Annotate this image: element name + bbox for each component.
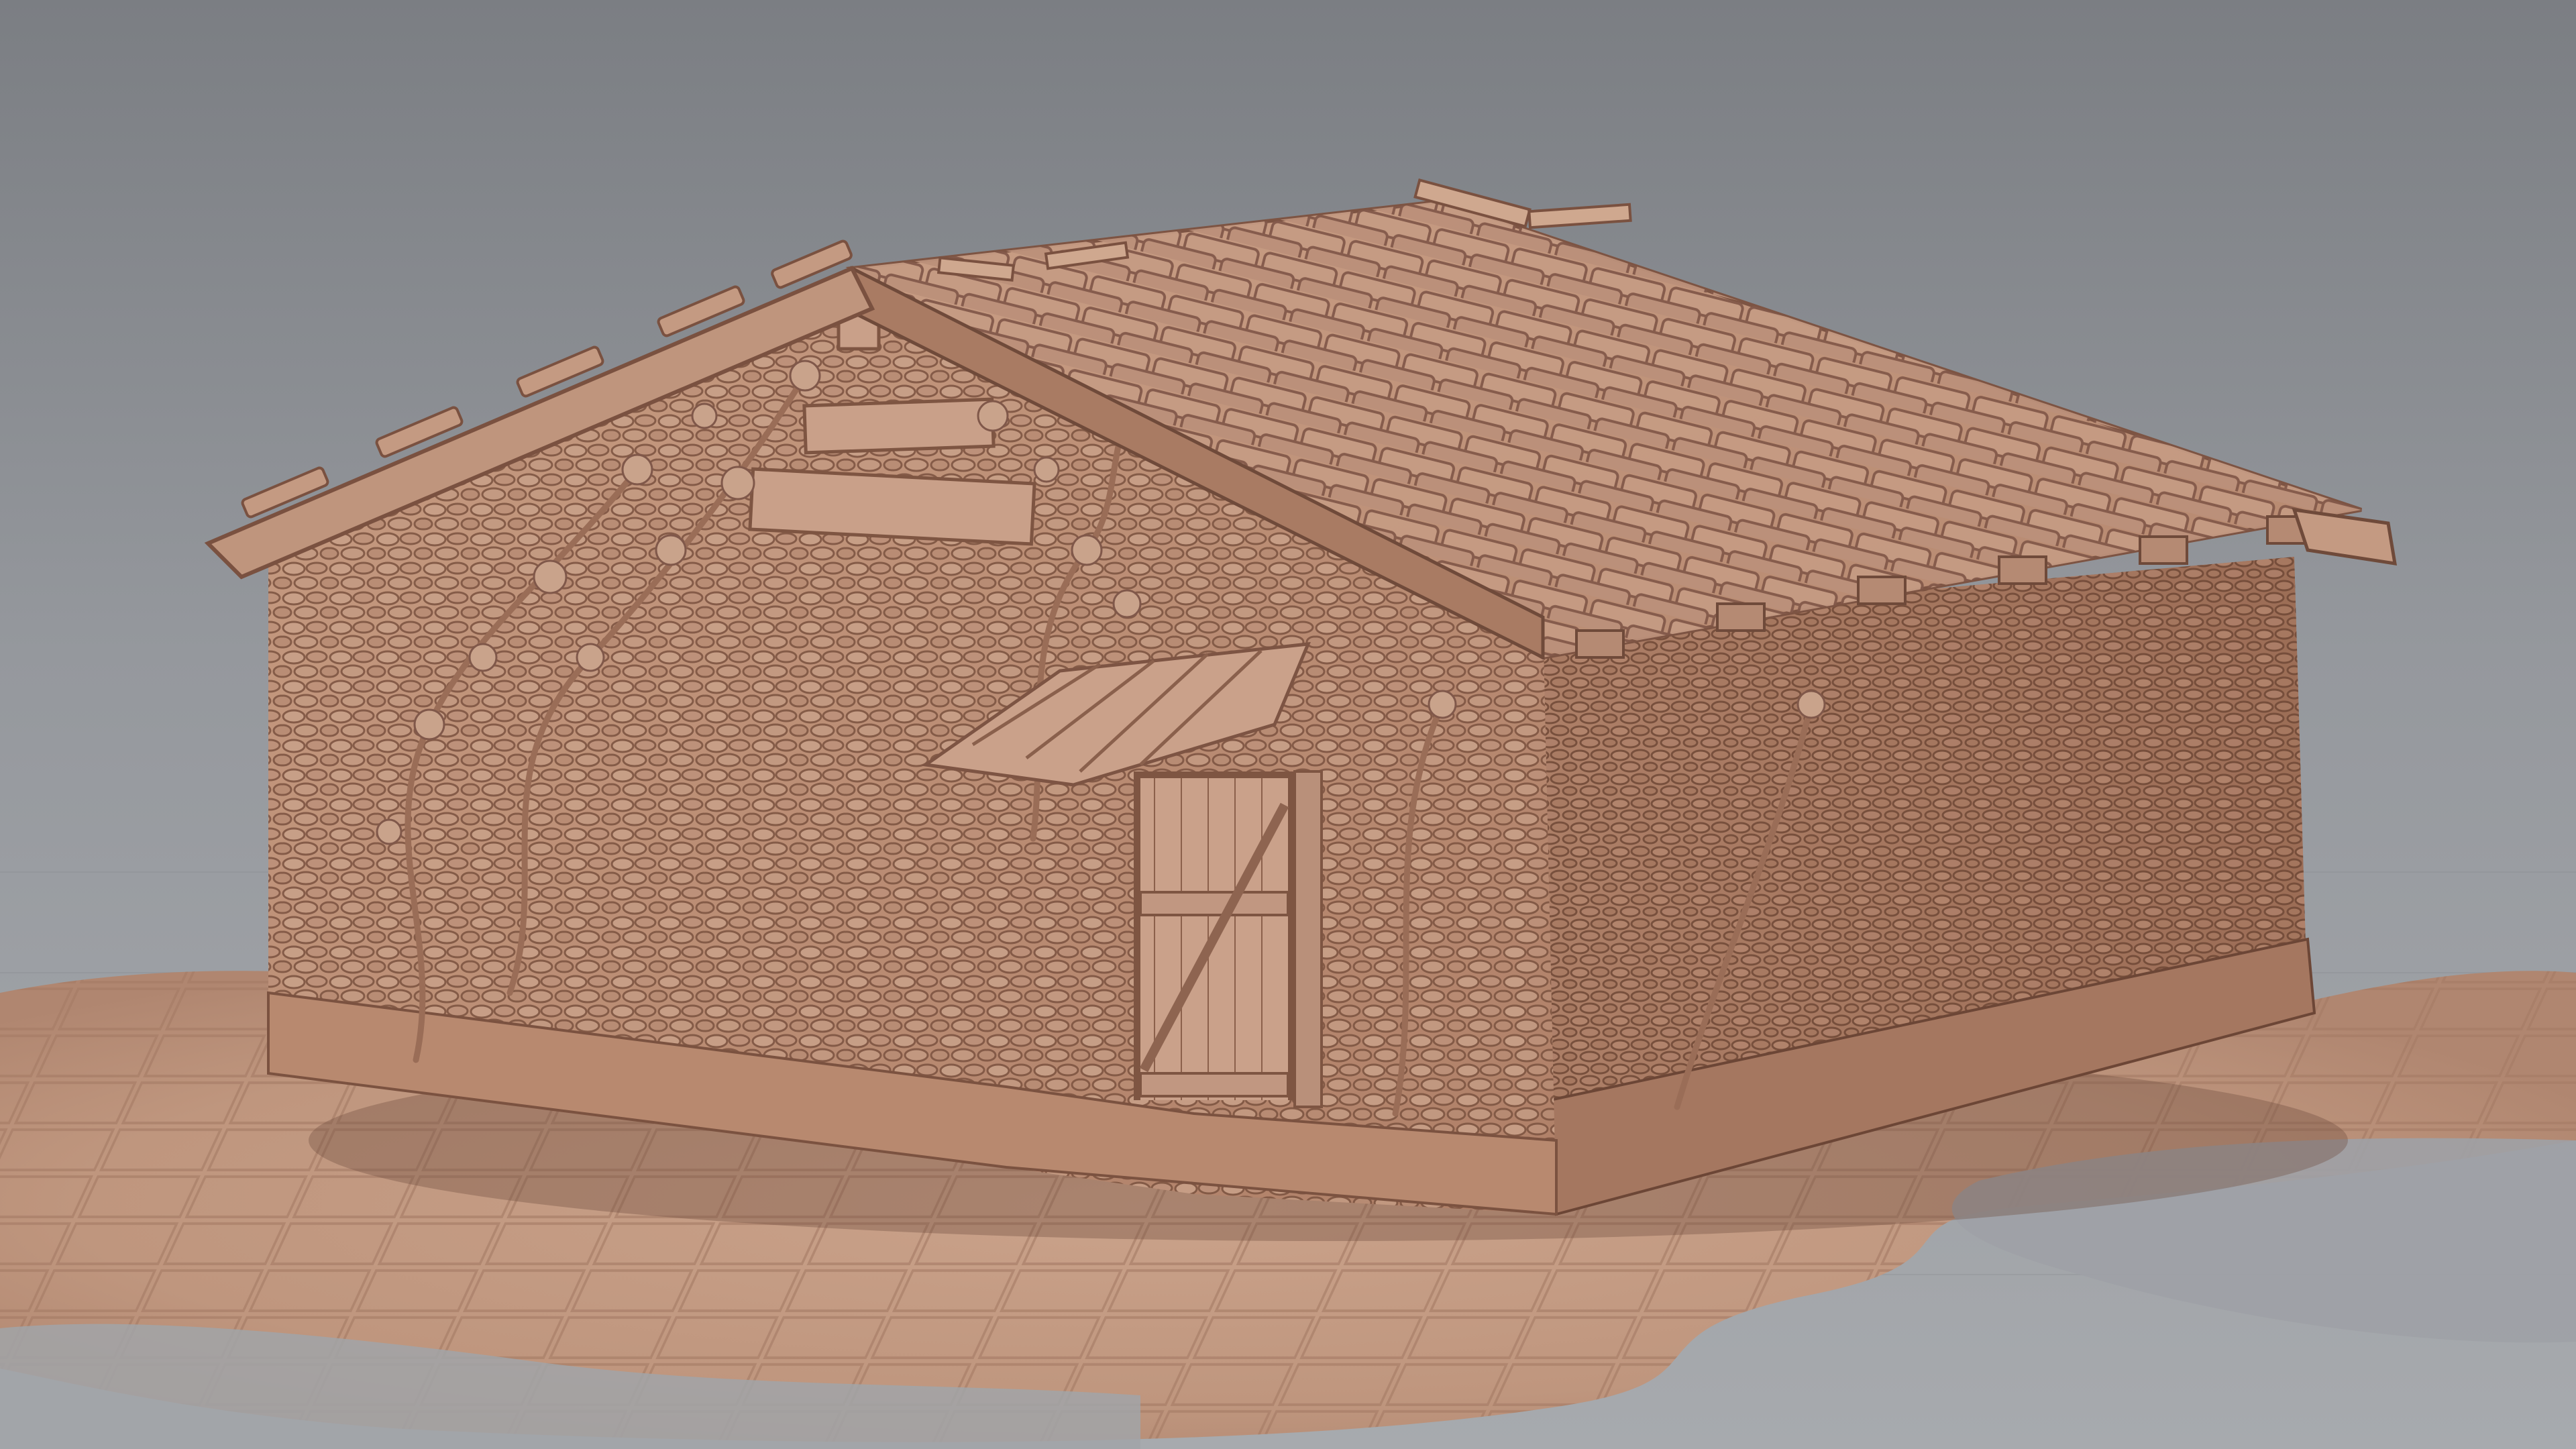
hut-illustration (0, 0, 2576, 1449)
render-scene (0, 0, 2576, 1449)
wooden-door (1134, 770, 1323, 1108)
